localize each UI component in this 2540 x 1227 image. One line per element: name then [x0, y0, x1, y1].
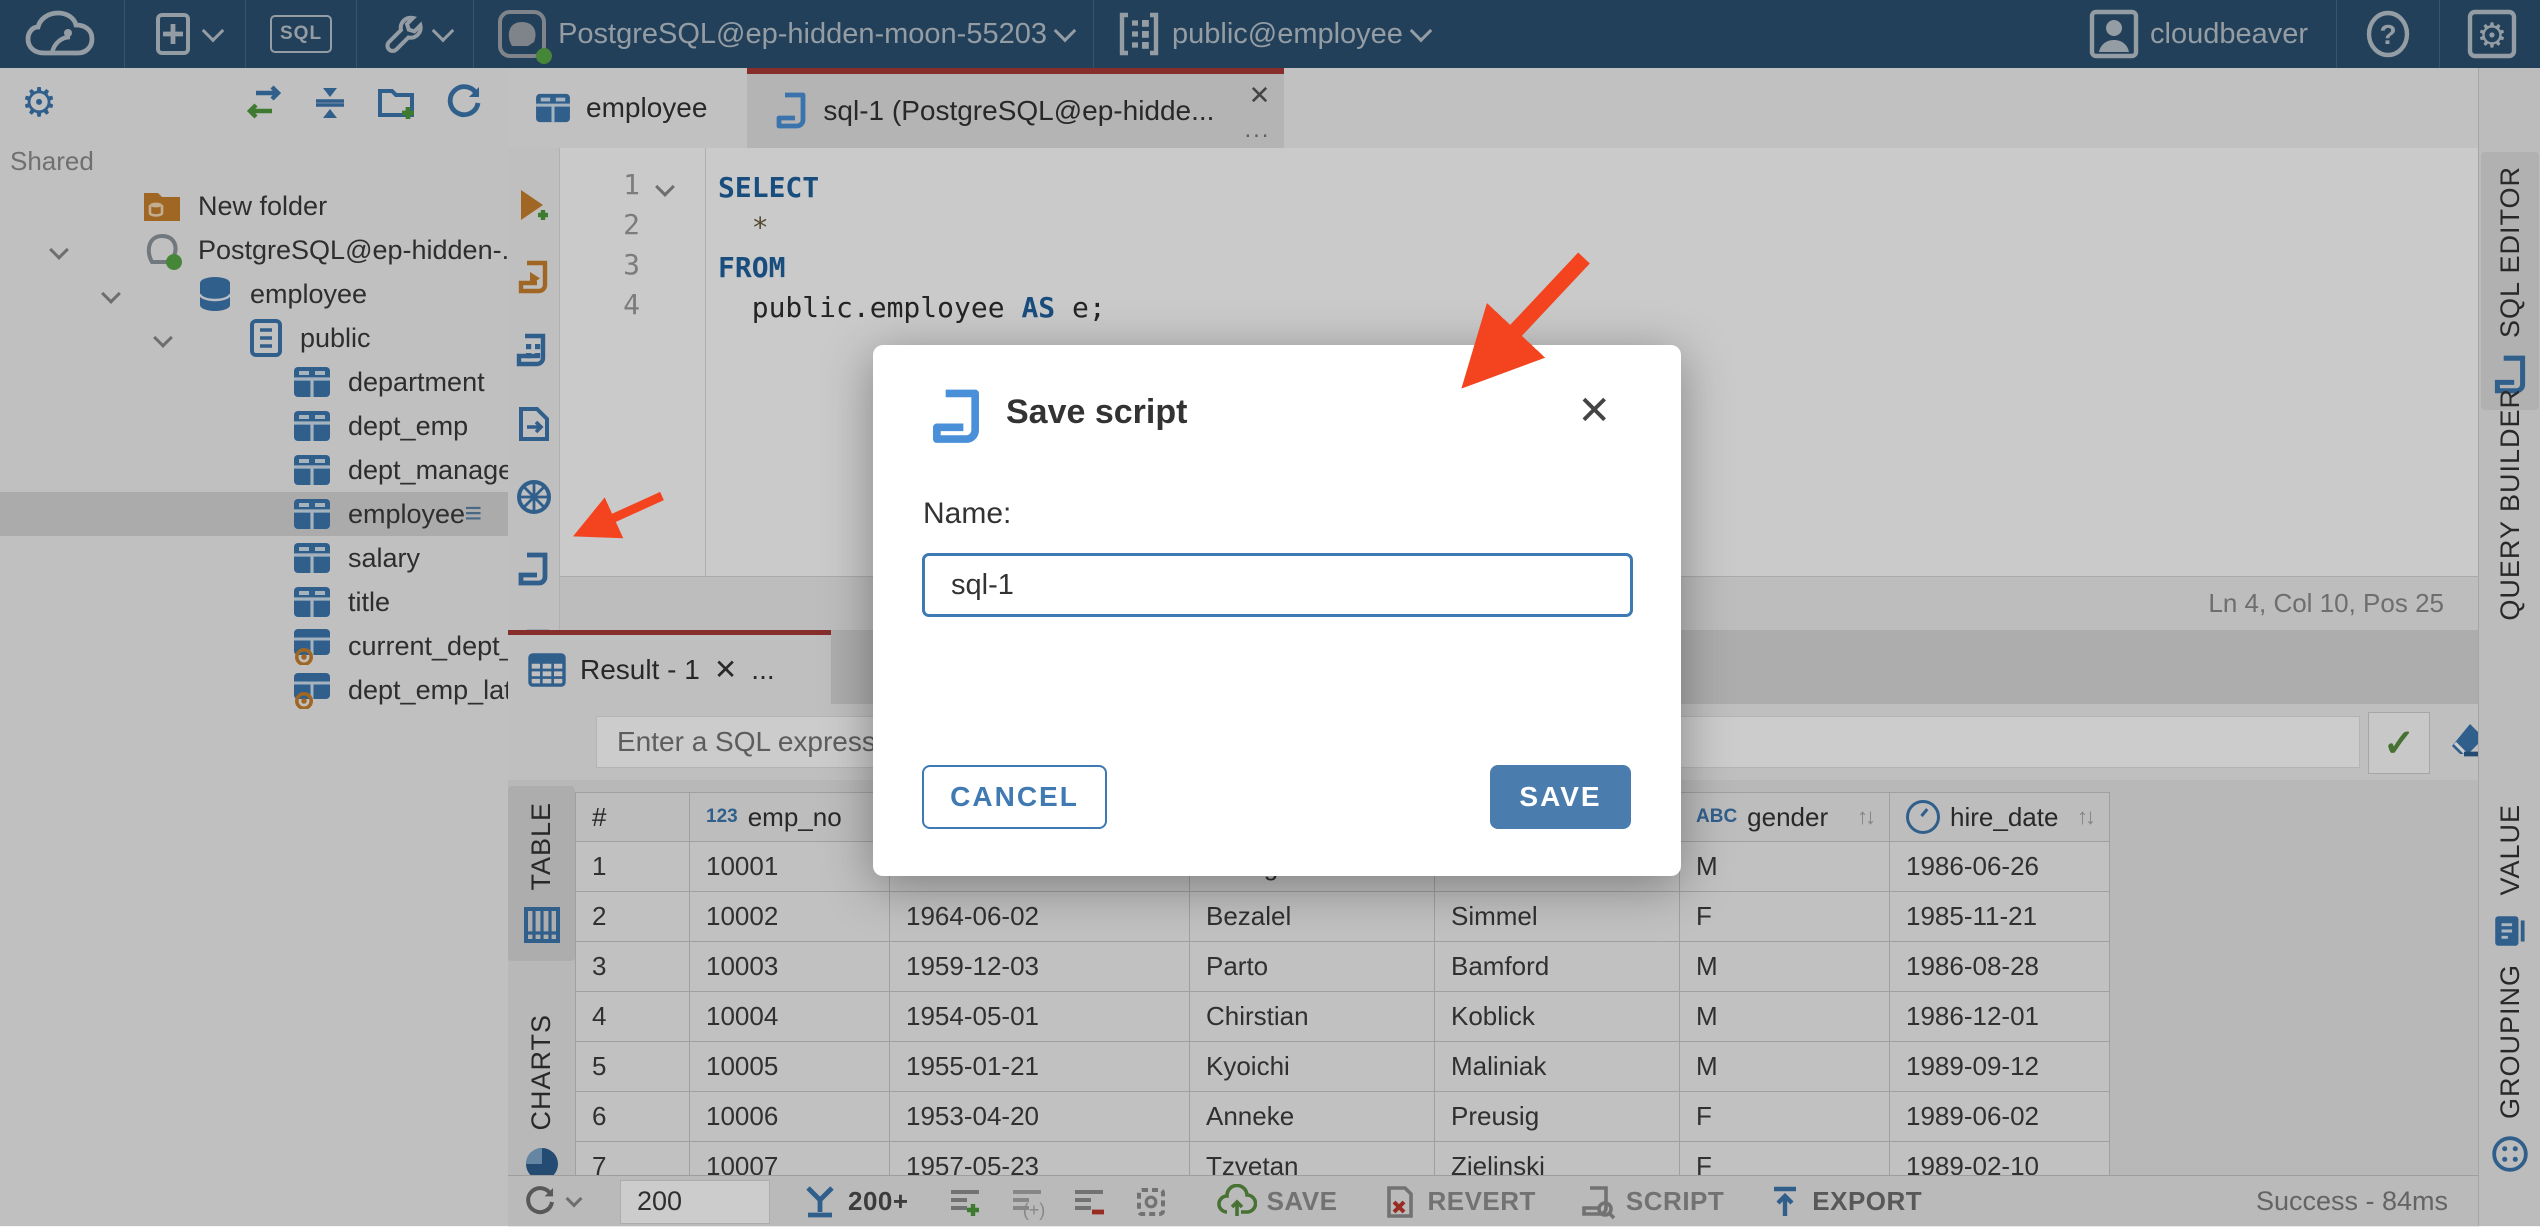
- save-label: SAVE: [1519, 781, 1602, 812]
- name-field-label: Name:: [923, 497, 1012, 530]
- save-button[interactable]: SAVE: [1490, 765, 1631, 829]
- script-name-input[interactable]: [922, 553, 1633, 617]
- cancel-label: CANCEL: [950, 781, 1079, 812]
- cloudbeaver-app: { "topbar": { "sql_label": "SQL", "conne…: [0, 0, 2540, 1227]
- close-dialog-icon[interactable]: ✕: [1577, 391, 1611, 431]
- dialog-title: Save script: [1006, 393, 1188, 431]
- save-script-icon: [928, 387, 984, 447]
- save-script-dialog: Save script ✕ Name: CANCEL SAVE: [873, 345, 1681, 876]
- cancel-button[interactable]: CANCEL: [922, 765, 1107, 829]
